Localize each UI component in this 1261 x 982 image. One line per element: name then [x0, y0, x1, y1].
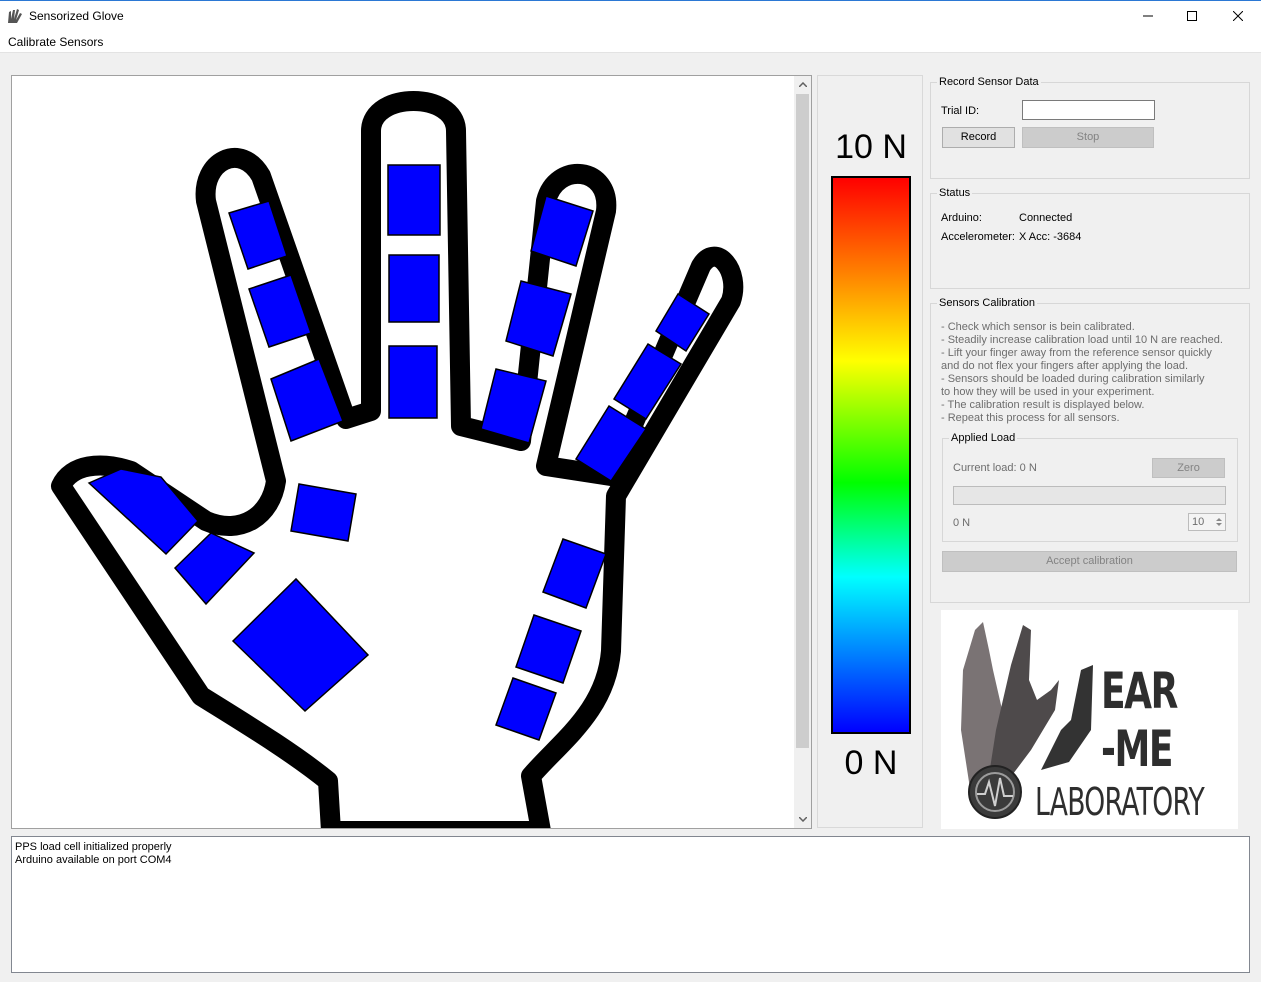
- accept-calibration-button[interactable]: Accept calibration: [942, 551, 1237, 572]
- sensor-pad[interactable]: [387, 164, 441, 236]
- log-line: Arduino available on port COM4: [15, 854, 172, 866]
- max-load-spinbox[interactable]: 10: [1188, 513, 1226, 531]
- menu-bar: Calibrate Sensors: [0, 31, 1261, 53]
- close-icon: [1233, 11, 1243, 21]
- logo-text-me: -ME: [1101, 720, 1173, 778]
- logo-text-ear: EAR: [1101, 662, 1178, 720]
- minimize-button[interactable]: [1125, 1, 1171, 31]
- minimize-icon: [1143, 15, 1153, 17]
- colorbar-max-label: 10 N: [835, 128, 907, 166]
- scroll-up-arrow[interactable]: [794, 76, 811, 93]
- menu-calibrate-sensors[interactable]: Calibrate Sensors: [8, 35, 103, 49]
- colorbar-gradient: [831, 176, 911, 734]
- log-output[interactable]: PPS load cell initialized properly Ardui…: [11, 836, 1250, 973]
- accelerometer-label: Accelerometer:: [941, 231, 1015, 243]
- instruction-line: - Steadily increase calibration load unt…: [941, 334, 1223, 346]
- instruction-line: - Sensors should be loaded during calibr…: [941, 373, 1205, 385]
- trial-id-label: Trial ID:: [941, 105, 980, 117]
- maximize-button[interactable]: [1169, 1, 1215, 31]
- window-title: Sensorized Glove: [29, 9, 124, 23]
- status-group-title: Status: [937, 187, 973, 199]
- sensor-pad[interactable]: [290, 483, 357, 542]
- instruction-line: - The calibration result is displayed be…: [941, 399, 1145, 411]
- hand-diagram: [51, 91, 744, 828]
- zero-button[interactable]: Zero: [1152, 458, 1225, 478]
- wear-me-laboratory-logo: EAR -ME LABORATORY: [941, 610, 1238, 829]
- instruction-line: to how they will be used in your experim…: [941, 386, 1155, 398]
- load-min-label: 0 N: [953, 517, 971, 529]
- sensor-pad[interactable]: [388, 345, 438, 419]
- current-load-label: Current load: 0 N: [953, 462, 1037, 474]
- stop-button[interactable]: Stop: [1022, 127, 1154, 148]
- trial-id-input[interactable]: [1022, 100, 1155, 120]
- spin-arrows-icon[interactable]: [1215, 516, 1223, 528]
- load-progress-bar: [953, 486, 1226, 505]
- hand-view[interactable]: [11, 75, 812, 829]
- hand-view-scrollbar[interactable]: [794, 76, 811, 828]
- logo-text-laboratory: LABORATORY: [1035, 780, 1205, 824]
- instruction-line: and do not flex your fingers after apply…: [941, 360, 1189, 372]
- chevron-up-icon: [798, 82, 807, 87]
- title-bar: Sensorized Glove: [0, 0, 1261, 31]
- scroll-down-arrow[interactable]: [794, 811, 811, 828]
- arduino-status-value: Connected: [1019, 212, 1073, 224]
- colorbar-panel: 10 N 0 N: [817, 75, 923, 828]
- spinbox-value: 10: [1192, 516, 1205, 528]
- scroll-thumb[interactable]: [796, 94, 809, 748]
- maximize-icon: [1187, 11, 1197, 21]
- chevron-down-icon: [798, 817, 807, 822]
- colorbar-min-label: 0 N: [844, 744, 898, 782]
- instruction-line: - Lift your finger away from the referen…: [941, 347, 1212, 359]
- glove-app-icon: [8, 9, 22, 23]
- instruction-line: - Check which sensor is bein calibrated.: [941, 321, 1135, 333]
- record-button[interactable]: Record: [942, 127, 1015, 148]
- sensor-pad[interactable]: [388, 254, 440, 323]
- log-line: PPS load cell initialized properly: [15, 841, 172, 853]
- arduino-label: Arduino:: [941, 212, 982, 224]
- accelerometer-value: X Acc: -3684: [1019, 231, 1082, 243]
- close-button[interactable]: [1215, 1, 1261, 31]
- applied-load-title: Applied Load: [949, 432, 1018, 444]
- calibration-group-title: Sensors Calibration: [937, 297, 1037, 309]
- record-group-title: Record Sensor Data: [937, 76, 1041, 88]
- instruction-line: - Repeat this process for all sensors.: [941, 412, 1120, 424]
- calibration-instructions: - Check which sensor is bein calibrated.…: [941, 321, 1241, 425]
